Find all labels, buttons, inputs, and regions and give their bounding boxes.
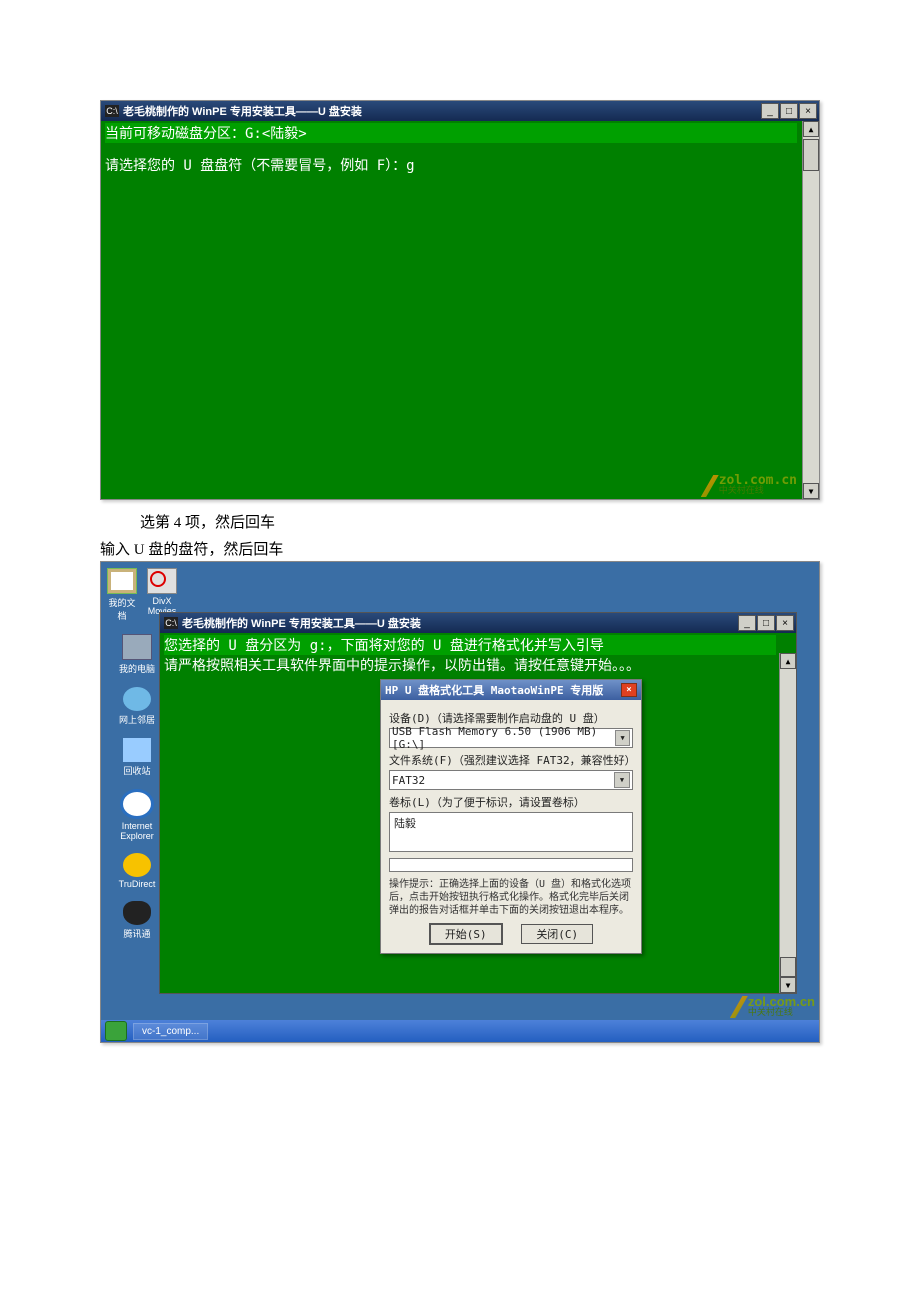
console-icon: C:\ [164,617,178,629]
hp-format-dialog: HP U 盘格式化工具 MaotaoWinPE 专用版 × 设备(D)（请选择需… [380,679,642,954]
scroll-thumb[interactable] [803,139,819,171]
dialog-title: HP U 盘格式化工具 MaotaoWinPE 专用版 [385,682,603,698]
trudirect-icon[interactable]: TruDirect [107,853,167,889]
start-button[interactable]: 开始(S) [429,923,503,945]
taskbar-item[interactable]: vc-1_comp... [133,1023,208,1040]
close-dialog-button[interactable]: 关闭(C) [521,924,593,944]
close-button[interactable]: × [799,103,817,119]
my-computer-icon[interactable]: 我的电脑 [107,634,167,675]
chevron-down-icon: ▼ [614,772,630,788]
tencent-rtx-icon[interactable]: 腾讯通 [107,901,167,940]
window-1-client: 当前可移动磁盘分区：G:<陆毅> 请选择您的 U 盘盘符（不需要冒号，例如 F）… [101,121,819,499]
console2-line-1: 您选择的 U 盘分区为 g:，下面将对您的 U 盘进行格式化并写入引导 [164,635,776,655]
window-1-scrollbar[interactable]: ▲ ▼ [802,121,819,499]
scroll-down-icon[interactable]: ▼ [803,483,819,499]
device-select[interactable]: USB Flash Memory 6.50 (1906 MB) [G:\] ▼ [389,728,633,748]
start-button-icon[interactable] [105,1021,127,1041]
format-progress-bar [389,858,633,872]
volume-label-label: 卷标(L)（为了便于标识，请设置卷标） [389,794,633,810]
recycle-bin-icon[interactable]: 回收站 [107,738,167,777]
dialog-titlebar: HP U 盘格式化工具 MaotaoWinPE 专用版 × [381,680,641,700]
console2-line-2: 请严格按照相关工具软件界面中的提示操作，以防出错。请按任意键开始。。。 [164,655,776,675]
zol-logo-icon [730,996,748,1018]
maximize-button[interactable]: □ [780,103,798,119]
scroll-up-icon[interactable]: ▲ [780,653,796,669]
winpe-tool-window-2: C:\ 老毛桃制作的 WinPE 专用安装工具——U 盘安装 _ □ × 您选择… [159,612,797,994]
zol-watermark: zol.com.cn 中关村在线 [730,996,815,1018]
internet-explorer-icon[interactable]: Internet Explorer [107,789,167,841]
scroll-down-icon[interactable]: ▼ [780,977,796,993]
window-1-titlebar: C:\ 老毛桃制作的 WinPE 专用安装工具——U 盘安装 _ □ × [101,101,819,121]
caption-line-1: 选第 4 项，然后回车 [140,512,820,535]
my-documents-icon[interactable]: 我的文档 [107,568,137,622]
watermark-top: zol.com.cn [719,475,797,486]
winpe-tool-window-1: C:\ 老毛桃制作的 WinPE 专用安装工具——U 盘安装 _ □ × 当前可… [100,100,820,500]
watermark-top: zol.com.cn [748,996,815,1007]
windows-taskbar[interactable]: vc-1_comp... [101,1020,819,1042]
zol-watermark: zol.com.cn 中关村在线 [701,475,797,497]
device-select-value: USB Flash Memory 6.50 (1906 MB) [G:\] [392,725,615,751]
window-2-titlebar: C:\ 老毛桃制作的 WinPE 专用安装工具——U 盘安装 _ □ × [160,613,796,633]
dialog-close-button[interactable]: × [621,683,637,697]
dialog-hint: 操作提示：正确选择上面的设备（U 盘）和格式化选项后，点击开始按钮执行格式化操作… [389,878,633,917]
network-neighborhood-icon[interactable]: 网上邻居 [107,687,167,726]
zol-logo-icon [701,475,719,497]
window-2-scrollbar[interactable]: ▲ ▼ [779,653,796,993]
window-2-client: 您选择的 U 盘分区为 g:，下面将对您的 U 盘进行格式化并写入引导 请严格按… [160,633,796,993]
window-2-title: 老毛桃制作的 WinPE 专用安装工具——U 盘安装 [182,615,421,631]
desktop-screenshot: 我的文档 DivX Movies 我的电脑 网上邻居 回收站 [100,561,820,1043]
close-button[interactable]: × [776,615,794,631]
filesystem-select-value: FAT32 [392,774,425,787]
filesystem-select[interactable]: FAT32 ▼ [389,770,633,790]
caption-line-2: 输入 U 盘的盘符，然后回车 [100,539,820,562]
chevron-down-icon: ▼ [615,730,630,746]
scroll-up-icon[interactable]: ▲ [803,121,819,137]
desktop-icons-column: 我的文档 DivX Movies 我的电脑 网上邻居 回收站 [107,568,167,952]
console-line-2: 请选择您的 U 盘盘符（不需要冒号，例如 F）：g [105,155,797,175]
window-1-title: 老毛桃制作的 WinPE 专用安装工具——U 盘安装 [123,103,362,119]
volume-label-input[interactable]: 陆毅 [389,812,633,852]
scroll-thumb[interactable] [780,957,796,977]
console-icon: C:\ [105,105,119,117]
maximize-button[interactable]: □ [757,615,775,631]
device-label: 设备(D)（请选择需要制作启动盘的 U 盘） [389,710,633,726]
console-line-1: 当前可移动磁盘分区：G:<陆毅> [105,123,797,143]
minimize-button[interactable]: _ [761,103,779,119]
filesystem-label: 文件系统(F)（强烈建议选择 FAT32，兼容性好） [389,752,633,768]
minimize-button[interactable]: _ [738,615,756,631]
